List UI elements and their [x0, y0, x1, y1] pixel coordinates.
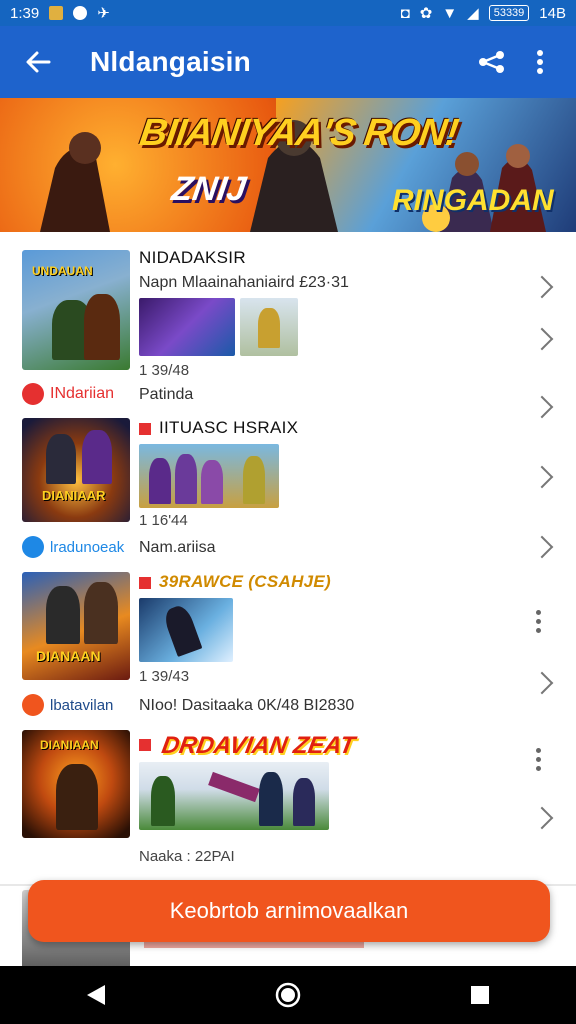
more-vert-icon — [537, 50, 543, 74]
item-meta: 1 16'44 — [139, 512, 188, 529]
item-meta: 1 39/48 — [139, 362, 190, 379]
chevron-right-icon[interactable] — [530, 671, 554, 695]
source-row[interactable]: lradunoeak — [22, 536, 124, 558]
nfc-icon: ◘ — [400, 4, 410, 22]
hero-banner[interactable]: BIIANIYAA'S RON! ZNIJ RINGADAN — [0, 98, 576, 232]
source-description: Patinda — [139, 386, 194, 403]
game-thumbnail: DIANAAN — [22, 572, 130, 680]
page-title: Nldangaisin — [90, 46, 251, 77]
badge-icon — [139, 736, 159, 754]
chevron-right-icon[interactable] — [530, 465, 554, 489]
item-title: IITUASC HSRAIX — [139, 418, 298, 438]
item-title: 39RAWCE (CSAHJE) — [139, 572, 331, 592]
banner-subtitle: ZNIJ — [169, 170, 249, 208]
source-logo-icon — [22, 694, 44, 716]
item-logo-art: DRDAVIAN ZEAT — [159, 732, 357, 759]
screenshot-thumbnail[interactable] — [139, 762, 329, 830]
nav-home-button[interactable] — [268, 975, 308, 1015]
settings-status-icon: ✿ — [419, 5, 433, 22]
more-vert-icon[interactable] — [536, 748, 542, 774]
item-title: NIDADAKSIR — [139, 248, 246, 267]
screenshot-thumbnail[interactable] — [139, 598, 233, 662]
square-recents-icon — [471, 986, 489, 1004]
status-bar: 1:39 ✈ ◘ ✿ ▼ ◢ 53339 14B — [0, 0, 576, 26]
photo-icon — [49, 6, 64, 20]
share-button[interactable] — [472, 42, 512, 82]
partial-item-strip — [144, 942, 364, 948]
source-description: NIoo! Dasitaaka 0K/48 BI2830 — [139, 697, 355, 714]
source-row[interactable]: INdariian — [22, 383, 114, 405]
game-thumbnail: UNDAUAN — [22, 250, 130, 370]
source-label: INdariian — [50, 385, 115, 402]
source-row[interactable]: lbatavilan — [22, 694, 113, 716]
badge-icon — [139, 422, 151, 435]
item-meta: 1 39/43 — [139, 668, 190, 685]
arrow-left-icon — [26, 51, 51, 73]
source-label: lradunoeak — [50, 538, 125, 556]
chevron-right-icon[interactable] — [530, 806, 554, 830]
badge-icon — [139, 576, 151, 589]
more-options-button[interactable] — [520, 42, 560, 82]
chevron-right-icon[interactable] — [530, 275, 554, 299]
game-thumbnail: DIANIAAN — [22, 730, 130, 838]
screenshot-thumbnail[interactable] — [240, 298, 298, 356]
rocket-icon: ✈ — [97, 5, 110, 22]
nav-recents-button[interactable] — [460, 975, 500, 1015]
screenshot-thumbnail[interactable] — [139, 298, 235, 356]
game-thumbnail: DIANIAAR — [22, 418, 130, 522]
triangle-back-icon — [87, 985, 105, 1005]
share-icon — [479, 51, 504, 73]
chevron-right-icon[interactable] — [530, 395, 554, 419]
item-subtitle: Napn Mlaainahaniaird £23·31 — [139, 274, 349, 291]
banner-title: BIIANIYAA'S RON! — [137, 112, 461, 154]
more-vert-icon[interactable] — [536, 610, 542, 636]
screenshot-thumbnail[interactable] — [139, 444, 279, 508]
source-logo-icon — [22, 383, 44, 405]
app-bar: Nldangaisin — [0, 26, 576, 98]
signal-icon: ◢ — [467, 5, 479, 22]
item-meta: Naaka : 22PAI — [139, 848, 235, 865]
chevron-right-icon[interactable] — [530, 535, 554, 559]
wifi-icon: ▼ — [442, 4, 458, 22]
notification-icon — [73, 6, 88, 20]
chevron-right-icon[interactable] — [530, 327, 554, 351]
source-description: Nam.ariisa — [139, 539, 216, 556]
banner-logo-text: RINGADAN — [392, 184, 554, 217]
back-button[interactable] — [18, 42, 58, 82]
system-nav-bar — [0, 966, 576, 1024]
nav-back-button[interactable] — [76, 975, 116, 1015]
source-logo-icon — [22, 536, 44, 558]
source-label: lbatavilan — [50, 696, 114, 714]
primary-action-button[interactable]: Keobrtob arnimovaalkan — [28, 880, 550, 942]
circle-home-icon — [275, 982, 301, 1008]
battery-indicator: 53339 — [488, 5, 530, 21]
status-clock: 14B — [539, 4, 566, 22]
status-time: 1:39 — [10, 4, 40, 22]
